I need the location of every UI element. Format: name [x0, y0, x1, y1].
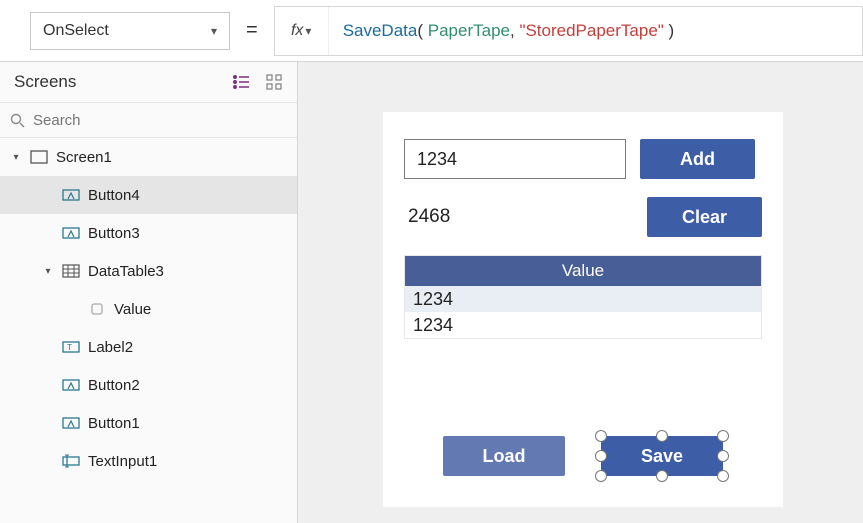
tree-search[interactable] [0, 102, 297, 138]
tree-item-textinput1[interactable]: TextInput1 [0, 442, 297, 480]
screen-icon [30, 150, 48, 164]
tree-view-list-icon[interactable] [233, 73, 251, 91]
formula-bar: OnSelect ▾ = fx ▾ SaveData( PaperTape, "… [0, 0, 863, 62]
formula-input[interactable]: fx ▾ SaveData( PaperTape, "StoredPaperTa… [274, 6, 863, 56]
label-icon: T [62, 340, 80, 354]
tree-item-label: Screen1 [56, 149, 112, 166]
tree-item-screen1[interactable]: ▾Screen1 [0, 138, 297, 176]
data-table[interactable]: Value 12341234 [404, 255, 762, 339]
property-selector[interactable]: OnSelect ▾ [30, 12, 230, 50]
property-name: OnSelect [43, 22, 109, 40]
textinput-icon [62, 454, 80, 468]
load-button[interactable]: Load [443, 436, 565, 476]
selection-handle[interactable] [595, 430, 607, 442]
fx-icon: fx [291, 22, 303, 40]
tree-item-button3[interactable]: Button3 [0, 214, 297, 252]
formula-text: SaveData( PaperTape, "StoredPaperTape" ) [329, 21, 689, 41]
tree-view-grid-icon[interactable] [265, 73, 283, 91]
table-row[interactable]: 1234 [405, 312, 761, 338]
selection-handle[interactable] [717, 470, 729, 482]
button-icon [62, 416, 80, 430]
search-icon [10, 113, 25, 128]
selection-handle[interactable] [656, 470, 668, 482]
table-row[interactable]: 1234 [405, 286, 761, 312]
app-preview: Add 2468 Clear Value 12341234 Load Save [383, 112, 783, 507]
selection-handle[interactable] [717, 430, 729, 442]
tree-item-label: Value [114, 301, 151, 318]
tree-header: Screens [0, 62, 297, 102]
number-input[interactable] [404, 139, 626, 179]
column-icon [88, 302, 106, 316]
button-icon [62, 378, 80, 392]
selection-handle[interactable] [595, 450, 607, 462]
button-icon [62, 188, 80, 202]
tree-item-button2[interactable]: Button2 [0, 366, 297, 404]
tree-item-label: Button3 [88, 225, 140, 242]
datatable-icon [62, 264, 80, 278]
tree-item-button1[interactable]: Button1 [0, 404, 297, 442]
save-button-selected[interactable]: Save [601, 436, 723, 476]
equals-sign: = [240, 19, 264, 42]
canvas-area: Add 2468 Clear Value 12341234 Load Save [298, 62, 863, 523]
add-button[interactable]: Add [640, 139, 755, 179]
tree-item-label2[interactable]: T Label2 [0, 328, 297, 366]
tree-search-input[interactable] [33, 112, 287, 129]
selection-handle[interactable] [595, 470, 607, 482]
tree-item-label: Button2 [88, 377, 140, 394]
tree-title: Screens [14, 72, 76, 92]
selection-handle[interactable] [656, 430, 668, 442]
tree-item-label: Label2 [88, 339, 133, 356]
clear-button[interactable]: Clear [647, 197, 762, 237]
svg-text:T: T [67, 343, 72, 352]
tree-item-label: Button4 [88, 187, 140, 204]
tree-item-datatable3[interactable]: ▾DataTable3 [0, 252, 297, 290]
selection-handle[interactable] [717, 450, 729, 462]
tree-item-label: DataTable3 [88, 263, 164, 280]
chevron-down-icon: ▾ [305, 24, 311, 38]
tree-panel: Screens ▾Screen1 Button4 Button3 ▾DataTable… [0, 62, 298, 523]
data-table-header: Value [405, 256, 761, 286]
button-icon [62, 226, 80, 240]
tree-item-label: Button1 [88, 415, 140, 432]
tree-item-value[interactable]: Value [0, 290, 297, 328]
chevron-down-icon: ▾ [211, 24, 217, 38]
tree-item-button4[interactable]: Button4 [0, 176, 297, 214]
fx-menu[interactable]: fx ▾ [275, 7, 329, 55]
result-label: 2468 [408, 206, 450, 228]
tree-item-label: TextInput1 [88, 453, 157, 470]
tree-list: ▾Screen1 Button4 Button3 ▾DataTable3 Value T L… [0, 138, 297, 523]
